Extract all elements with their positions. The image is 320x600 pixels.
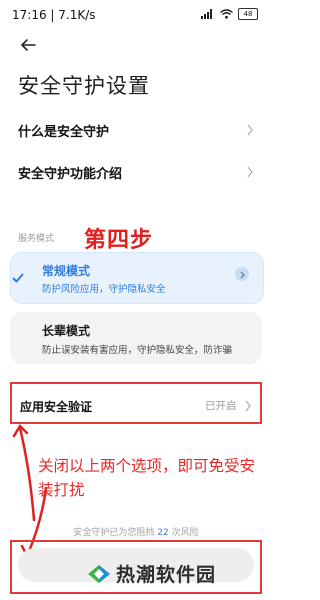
watermark: 热潮软件园: [86, 560, 216, 587]
watermark-logo-icon: [88, 564, 110, 583]
arrow-up-icon: [12, 423, 36, 522]
stats-suffix: 次风险: [171, 528, 199, 538]
annotation-step-label: 第四步: [84, 227, 154, 253]
stats-count: 22: [157, 528, 169, 538]
annotation-note: 关闭以上两个选项，即可免受安装打扰: [38, 457, 256, 499]
stats-prefix: 安全守护已为您阻挡: [73, 528, 155, 538]
watermark-text: 热潮软件园: [116, 564, 217, 586]
protection-stats: 安全守护已为您阻挡 22 次风险: [0, 525, 272, 538]
annotation-arrows: [12, 423, 48, 558]
